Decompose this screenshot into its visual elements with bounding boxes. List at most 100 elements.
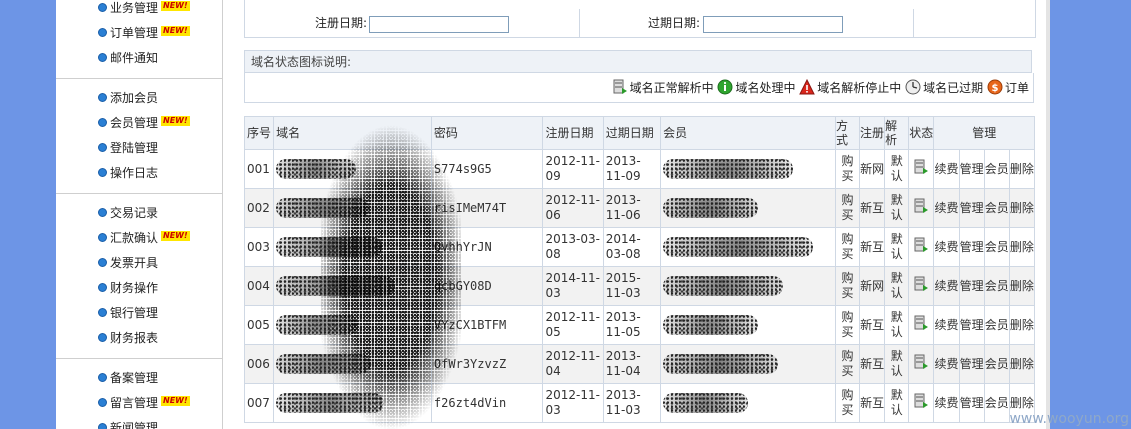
method-cell: 购买 — [834, 188, 861, 228]
sidebar-item-label: 财务报表 — [110, 331, 159, 345]
sidebar-item-orders[interactable]: 订单管理 NEW! — [98, 23, 190, 43]
svg-text:$: $ — [992, 83, 999, 94]
renew-link[interactable]: 续费 — [933, 149, 960, 189]
server-icon — [612, 79, 628, 95]
member-cell[interactable] — [660, 383, 836, 423]
sidebar-item-finance-ops[interactable]: 财务操作 — [98, 278, 158, 298]
delete-link[interactable]: 删除 — [1008, 227, 1036, 267]
delete-link[interactable]: 删除 — [1008, 149, 1036, 189]
sidebar-item-business[interactable]: 业务管理 NEW! — [98, 0, 190, 18]
member-cell[interactable] — [660, 227, 836, 267]
col-header-index: 序号 — [243, 116, 275, 150]
reg-date-cell: 2012-11-05 — [542, 305, 604, 345]
server-icon — [913, 354, 929, 370]
member-link[interactable]: 会员 — [983, 188, 1010, 228]
sidebar-item-login[interactable]: 登陆管理 — [98, 138, 158, 158]
col-header-dns: 解析 — [884, 116, 910, 150]
delete-link[interactable]: 删除 — [1008, 344, 1036, 384]
dns-cell: 默认 — [884, 383, 910, 423]
member-link[interactable]: 会员 — [983, 344, 1010, 384]
reg-date-input[interactable] — [369, 16, 509, 33]
scrollbar[interactable] — [1046, 0, 1050, 429]
delete-link[interactable]: 删除 — [1008, 266, 1036, 306]
renew-link[interactable]: 续费 — [933, 383, 960, 423]
renew-link[interactable]: 续费 — [933, 344, 960, 384]
sidebar-item-label: 财务操作 — [110, 281, 159, 295]
manage-link[interactable]: 管理 — [958, 149, 985, 189]
col-header-exp-date: 过期日期 — [602, 116, 662, 150]
delete-link[interactable]: 删除 — [1008, 305, 1036, 345]
renew-link[interactable]: 续费 — [933, 188, 960, 228]
renew-link[interactable]: 续费 — [933, 227, 960, 267]
status-cell — [908, 266, 935, 306]
sidebar-item-members[interactable]: 会员管理 NEW! — [98, 113, 190, 133]
domain-cell[interactable] — [273, 266, 432, 306]
member-link[interactable]: 会员 — [983, 227, 1010, 267]
password-cell: VYzCX1BTFM — [430, 305, 544, 345]
domain-cell[interactable] — [273, 383, 432, 423]
reg-date-cell: 2012-11-06 — [542, 188, 604, 228]
registrar-cell: 新互 — [859, 344, 886, 384]
member-link[interactable]: 会员 — [983, 266, 1010, 306]
renew-link[interactable]: 续费 — [933, 266, 960, 306]
sidebar-item-remittance[interactable]: 汇款确认 NEW! — [98, 228, 190, 248]
sidebar-item-label: 登陆管理 — [110, 141, 159, 155]
manage-link[interactable]: 管理 — [958, 383, 985, 423]
method-cell: 购买 — [834, 227, 861, 267]
member-link[interactable]: 会员 — [983, 305, 1010, 345]
redacted-member — [663, 315, 759, 335]
bullet-icon — [98, 283, 107, 292]
reg-date-label: 注册日期: — [315, 16, 368, 30]
sidebar-item-oplog[interactable]: 操作日志 — [98, 163, 158, 183]
exp-date-cell: 2013-11-09 — [602, 149, 662, 189]
delete-link[interactable]: 删除 — [1008, 188, 1036, 228]
redacted-member — [663, 354, 779, 374]
sidebar-item-finance-report[interactable]: 财务报表 — [98, 328, 158, 348]
bullet-icon — [98, 208, 107, 217]
sidebar-item-invoice[interactable]: 发票开具 — [98, 253, 158, 273]
member-cell[interactable] — [660, 305, 836, 345]
password-cell: QvhhYrJN — [430, 227, 544, 267]
sidebar-item-mail[interactable]: 邮件通知 — [98, 48, 158, 68]
manage-link[interactable]: 管理 — [958, 344, 985, 384]
manage-link[interactable]: 管理 — [958, 188, 985, 228]
server-icon — [913, 393, 929, 409]
sidebar-item-add-member[interactable]: 添加会员 — [98, 88, 158, 108]
member-link[interactable]: 会员 — [983, 383, 1010, 423]
domain-cell[interactable] — [273, 227, 432, 267]
method-cell: 购买 — [834, 149, 861, 189]
status-cell — [908, 188, 935, 228]
member-cell[interactable] — [660, 266, 836, 306]
sidebar-item-transactions[interactable]: 交易记录 — [98, 203, 158, 223]
status-cell — [908, 383, 935, 423]
sidebar-item-icp[interactable]: 备案管理 — [98, 368, 158, 388]
manage-link[interactable]: 管理 — [958, 266, 985, 306]
member-cell[interactable] — [660, 344, 836, 384]
divider — [56, 358, 222, 359]
exp-date-input[interactable] — [703, 16, 843, 33]
domain-cell[interactable] — [273, 188, 432, 228]
renew-link[interactable]: 续费 — [933, 305, 960, 345]
domain-cell[interactable] — [273, 344, 432, 384]
clock-icon — [905, 79, 921, 95]
redacted-domain — [276, 393, 385, 413]
table-row: 004 qcbGY08D 2014-11-03 2015-11-03 购买 新网 默认 续费管… — [243, 266, 1036, 306]
table-header-row: 序号 域名 密码 注册日期 过期日期 会员 方式 注册 解析 状态 管理 — [243, 116, 1035, 150]
member-link[interactable]: 会员 — [983, 149, 1010, 189]
domain-cell[interactable] — [273, 149, 432, 189]
bullet-icon — [98, 143, 107, 152]
domain-cell[interactable] — [273, 305, 432, 345]
manage-link[interactable]: 管理 — [958, 305, 985, 345]
sidebar-item-messages[interactable]: 留言管理 NEW! — [98, 393, 190, 413]
sidebar-item-bank[interactable]: 银行管理 — [98, 303, 158, 323]
sidebar-item-label: 留言管理 — [110, 396, 159, 410]
sidebar-item-label: 交易记录 — [110, 206, 159, 220]
sidebar-item-label: 发票开具 — [110, 256, 159, 270]
server-icon — [913, 198, 929, 214]
sidebar-item-label: 汇款确认 — [110, 231, 159, 245]
manage-link[interactable]: 管理 — [958, 227, 985, 267]
member-cell[interactable] — [660, 149, 836, 189]
bullet-icon — [98, 93, 107, 102]
sidebar-item-news[interactable]: 新闻管理 — [98, 418, 158, 429]
member-cell[interactable] — [660, 188, 836, 228]
